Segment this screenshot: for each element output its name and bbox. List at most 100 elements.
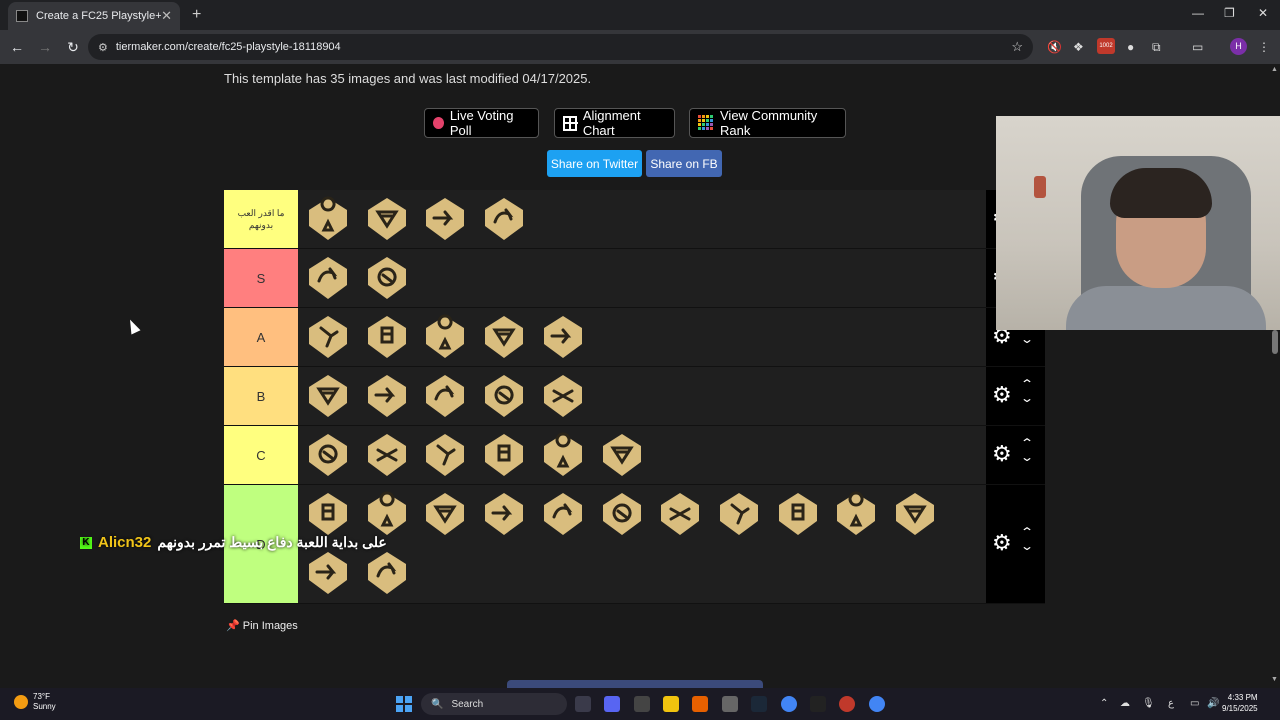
playstyle-badge-icon[interactable] — [481, 314, 527, 360]
steam-icon[interactable] — [751, 696, 767, 712]
tier-settings-gear-icon[interactable]: ⚙ — [992, 441, 1012, 467]
extension-gift-icon[interactable]: ❖ — [1073, 40, 1084, 54]
playstyle-badge-icon[interactable] — [481, 432, 527, 478]
window-close-button[interactable]: ✕ — [1258, 6, 1268, 20]
tier-items[interactable] — [298, 190, 986, 248]
language-indicator[interactable]: ع — [1168, 698, 1174, 709]
weather-widget[interactable]: 73°F Sunny — [14, 692, 56, 712]
new-tab-button[interactable]: + — [192, 6, 201, 24]
playstyle-badge-icon[interactable] — [305, 491, 351, 537]
move-tier-up-icon[interactable]: ⌃ — [1020, 525, 1034, 539]
tier-settings-gear-icon[interactable]: ⚙ — [992, 382, 1012, 408]
file-explorer-icon[interactable] — [663, 696, 679, 712]
bookmark-star-icon[interactable]: ☆ — [1011, 39, 1023, 55]
app-icon-red[interactable] — [839, 696, 855, 712]
firefox-icon[interactable] — [692, 696, 708, 712]
playstyle-badge-icon[interactable] — [364, 432, 410, 478]
microphone-icon[interactable]: 🎙 — [1142, 698, 1155, 709]
move-tier-down-icon[interactable]: ⌄ — [1020, 539, 1034, 553]
playstyle-badge-icon[interactable] — [305, 314, 351, 360]
windows-start-icon[interactable] — [396, 696, 412, 712]
playstyle-badge-icon[interactable] — [481, 373, 527, 419]
playstyle-badge-icon[interactable] — [540, 491, 586, 537]
extension-badge[interactable]: 1002 — [1097, 38, 1115, 54]
tier-label[interactable]: A — [224, 308, 298, 366]
volume-icon[interactable]: 🔊 — [1207, 698, 1219, 709]
clock[interactable]: 4:33 PM 9/15/2025 — [1222, 692, 1258, 714]
app-icon-game[interactable] — [810, 696, 826, 712]
reload-icon[interactable]: ↻ — [60, 39, 86, 56]
site-settings-icon[interactable]: ⚙ — [98, 41, 108, 54]
tier-label[interactable]: B — [224, 367, 298, 425]
playstyle-badge-icon[interactable] — [481, 491, 527, 537]
chrome-icon[interactable] — [781, 696, 797, 712]
pin-images-toggle[interactable]: 📌 Pin Images — [226, 619, 298, 632]
tier-items[interactable] — [298, 367, 986, 425]
playstyle-badge-icon[interactable] — [540, 373, 586, 419]
tab-close-icon[interactable]: ✕ — [161, 8, 172, 24]
playstyle-badge-icon[interactable] — [599, 432, 645, 478]
live-voting-button[interactable]: Live Voting Poll — [424, 108, 539, 138]
community-rank-button[interactable]: View Community Rank — [689, 108, 846, 138]
tier-items[interactable] — [298, 308, 986, 366]
mute-icon[interactable]: 🔇 — [1047, 40, 1062, 54]
move-tier-up-icon[interactable]: ⌃ — [1020, 377, 1034, 391]
playstyle-badge-icon[interactable] — [833, 491, 879, 537]
playstyle-badge-icon[interactable] — [540, 314, 586, 360]
forward-icon[interactable]: → — [32, 39, 58, 55]
extension-icon[interactable]: ● — [1127, 40, 1134, 54]
playstyle-badge-icon[interactable] — [481, 196, 527, 242]
chrome-active-icon[interactable] — [869, 696, 885, 712]
extensions-puzzle-icon[interactable]: ⧉ — [1152, 40, 1161, 55]
playstyle-badge-icon[interactable] — [364, 491, 410, 537]
app-icon-tasks[interactable] — [575, 696, 591, 712]
tier-items[interactable] — [298, 485, 986, 603]
alignment-chart-button[interactable]: Alignment Chart — [554, 108, 675, 138]
taskbar-search[interactable]: 🔍 Search — [421, 693, 567, 715]
move-tier-up-icon[interactable]: ⌃ — [1020, 436, 1034, 450]
restore-button[interactable]: ❐ — [1224, 6, 1235, 20]
tier-items[interactable] — [298, 249, 986, 307]
playstyle-badge-icon[interactable] — [657, 491, 703, 537]
playstyle-badge-icon[interactable] — [364, 373, 410, 419]
move-tier-down-icon[interactable]: ⌄ — [1020, 332, 1034, 346]
playstyle-badge-icon[interactable] — [305, 550, 351, 596]
app-icon-clock[interactable] — [634, 696, 650, 712]
address-bar[interactable]: ⚙ tiermaker.com/create/fc25-playstyle-18… — [88, 34, 1033, 60]
playstyle-badge-icon[interactable] — [540, 432, 586, 478]
playstyle-badge-icon[interactable] — [364, 314, 410, 360]
move-tier-down-icon[interactable]: ⌄ — [1020, 450, 1034, 464]
playstyle-badge-icon[interactable] — [716, 491, 762, 537]
playstyle-badge-icon[interactable] — [305, 196, 351, 242]
playstyle-badge-icon[interactable] — [305, 373, 351, 419]
discord-icon[interactable] — [604, 696, 620, 712]
tier-items[interactable] — [298, 426, 986, 484]
playstyle-badge-icon[interactable] — [422, 196, 468, 242]
browser-tab[interactable]: Create a FC25 Playstyle+ Tier List ✕ — [8, 2, 180, 30]
playstyle-badge-icon[interactable] — [599, 491, 645, 537]
tier-label[interactable]: S — [224, 249, 298, 307]
network-icon[interactable]: ▭ — [1190, 698, 1199, 709]
share-twitter-button[interactable]: Share on Twitter — [547, 150, 642, 177]
playstyle-badge-icon[interactable] — [775, 491, 821, 537]
move-tier-down-icon[interactable]: ⌄ — [1020, 391, 1034, 405]
playstyle-badge-icon[interactable] — [305, 255, 351, 301]
playstyle-badge-icon[interactable] — [892, 491, 938, 537]
tray-chevron-icon[interactable]: ⌃ — [1100, 698, 1108, 709]
tier-label[interactable]: C — [224, 426, 298, 484]
scroll-down-icon[interactable]: ▼ — [1271, 676, 1278, 683]
tier-settings-gear-icon[interactable]: ⚙ — [992, 530, 1012, 556]
profile-avatar[interactable]: H — [1230, 38, 1247, 55]
playstyle-badge-icon[interactable] — [422, 491, 468, 537]
playstyle-badge-icon[interactable] — [422, 314, 468, 360]
scroll-thumb[interactable] — [1272, 330, 1278, 354]
split-view-icon[interactable]: ▭ — [1192, 40, 1203, 54]
playstyle-badge-icon[interactable] — [422, 373, 468, 419]
share-fb-button[interactable]: Share on FB — [646, 150, 722, 177]
app-icon-obs[interactable] — [722, 696, 738, 712]
minimize-button[interactable]: — — [1192, 6, 1204, 20]
tier-label[interactable]: ما اقدر العب بدونهم — [224, 190, 298, 248]
back-icon[interactable]: ← — [4, 39, 30, 55]
playstyle-badge-icon[interactable] — [364, 550, 410, 596]
scroll-up-icon[interactable]: ▲ — [1271, 66, 1278, 73]
